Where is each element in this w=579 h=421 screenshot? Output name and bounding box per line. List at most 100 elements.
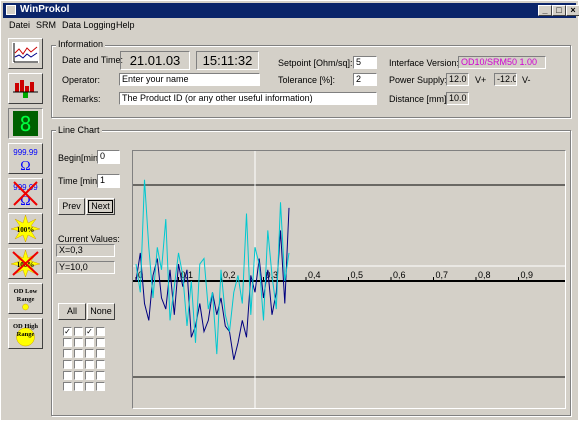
menu-srm[interactable]: SRM	[36, 20, 56, 30]
channel-checkbox[interactable]	[96, 338, 105, 347]
power-supply-label: Power Supply:	[389, 75, 448, 85]
information-group-label: Information	[56, 39, 106, 49]
channel-checkbox[interactable]	[96, 382, 105, 391]
line-chart-icon	[12, 42, 39, 63]
sidebar-od-high-range-button[interactable]: OD High Range	[8, 318, 43, 349]
channel-checkbox[interactable]	[85, 338, 94, 347]
svg-text:OD High: OD High	[13, 323, 38, 330]
channel-checkbox[interactable]	[85, 360, 94, 369]
interface-version-value: OD10/SRM50 1.00	[458, 56, 546, 69]
x-value-display: X=0,3	[56, 244, 115, 257]
channel-checkbox[interactable]	[63, 360, 72, 369]
title-bar[interactable]: WinProkol _ □ ×	[3, 3, 579, 18]
setpoint-label: Setpoint [Ohm/sq]:	[278, 58, 353, 68]
time-input[interactable]: 1	[97, 174, 120, 188]
svg-text:Range: Range	[17, 331, 35, 338]
menu-help[interactable]: Help	[116, 20, 135, 30]
sidebar-ohm-off-button[interactable]: 999.99 Ω	[8, 178, 43, 209]
sidebar-percent-button[interactable]: 100%	[8, 213, 43, 244]
channel-checkbox[interactable]	[74, 327, 83, 336]
channel-checkbox[interactable]	[74, 382, 83, 391]
menu-bar: Datei SRM Data Logging Help	[3, 18, 576, 34]
begin-input[interactable]: 0	[97, 150, 120, 164]
digital-display-icon: 8	[13, 111, 38, 136]
channel-checkbox[interactable]	[63, 371, 72, 380]
tolerance-label: Tolerance [%]:	[278, 75, 336, 85]
sidebar-od-low-range-button[interactable]: OD Low Range	[8, 283, 43, 314]
sidebar-bar-chart-button[interactable]	[8, 73, 43, 104]
power-plus-unit: V+	[475, 75, 487, 85]
operator-label: Operator:	[62, 75, 101, 85]
channel-checkbox[interactable]	[74, 371, 83, 380]
x-tick-label: 0,2	[223, 270, 236, 280]
sidebar-ohm-button[interactable]: 999.99 Ω	[8, 143, 43, 174]
channel-checkbox[interactable]	[85, 371, 94, 380]
starburst-percent-disabled-icon: 100%	[10, 249, 41, 278]
main-window: WinProkol _ □ × Datei SRM Data Logging H…	[0, 0, 579, 421]
line-chart-group-label: Line Chart	[56, 125, 102, 135]
channel-checkbox[interactable]	[85, 349, 94, 358]
current-values-label: Current Values:	[58, 234, 120, 244]
sidebar-line-chart-button[interactable]	[8, 38, 43, 69]
line-chart-svg: 0 0,1 0,2 0,3 0,4 0,5 0,6 0,7 0,8 0,9	[133, 151, 565, 408]
menu-datei[interactable]: Datei	[9, 20, 30, 30]
setpoint-input[interactable]: 5	[353, 56, 377, 69]
sidebar-digital-display-button[interactable]: 8	[8, 108, 43, 139]
date-display: 21.01.03	[120, 51, 190, 70]
channel-checkbox[interactable]	[74, 349, 83, 358]
tolerance-input[interactable]: 2	[353, 73, 377, 86]
x-tick-label: 0,8	[478, 270, 491, 280]
od-high-range-icon: OD High Range	[13, 323, 38, 347]
time-display: 15:11:32	[196, 51, 259, 70]
begin-label: Begin[min]	[58, 153, 101, 163]
sidebar-percent-off-button[interactable]: 100%	[8, 248, 43, 279]
svg-text:OD Low: OD Low	[14, 288, 38, 295]
channel-checkbox[interactable]	[63, 382, 72, 391]
power-minus-value: -12.0	[494, 73, 517, 86]
remarks-input[interactable]: The Product ID (or any other useful info…	[119, 92, 377, 105]
time-label: Time [min]	[58, 176, 100, 186]
channel-checkbox[interactable]	[63, 349, 72, 358]
x-tick-label: 0,9	[521, 270, 534, 280]
svg-text:999.99: 999.99	[13, 148, 38, 157]
operator-input[interactable]: Enter your name	[119, 73, 260, 86]
channel-checkbox[interactable]	[63, 338, 72, 347]
od-low-range-icon: OD Low Range	[14, 288, 38, 311]
interface-version-label: Interface Version:	[389, 58, 460, 68]
line-chart-plot[interactable]: 0 0,1 0,2 0,3 0,4 0,5 0,6 0,7 0,8 0,9	[132, 150, 566, 409]
channel-checkbox[interactable]: ✓	[63, 327, 72, 336]
channel-checkbox[interactable]	[96, 371, 105, 380]
app-icon	[6, 5, 16, 15]
minimize-button[interactable]: _	[538, 5, 552, 16]
channel-checkbox[interactable]	[74, 360, 83, 369]
y-value-display: Y=10,0	[56, 261, 115, 274]
bar-chart-icon	[13, 80, 38, 98]
prev-button[interactable]: Prev	[58, 198, 85, 215]
none-button[interactable]: None	[87, 303, 115, 320]
window-title: WinProkol	[20, 4, 70, 15]
channel-checkbox[interactable]	[96, 349, 105, 358]
all-button[interactable]: All	[58, 303, 86, 320]
channel-checkbox[interactable]	[85, 382, 94, 391]
menu-data-logging[interactable]: Data Logging	[62, 20, 116, 30]
ohm-meter-disabled-icon: 999.99 Ω	[13, 181, 38, 209]
channel-checkbox[interactable]	[74, 338, 83, 347]
starburst-percent-icon: 100%	[10, 214, 41, 243]
distance-label: Distance [mm]:	[389, 94, 450, 104]
remarks-label: Remarks:	[62, 94, 101, 104]
x-tick-label: 0,5	[351, 270, 364, 280]
maximize-button[interactable]: □	[552, 5, 566, 16]
power-minus-unit: V-	[522, 75, 531, 85]
distance-value: 10.0	[446, 92, 469, 105]
next-button[interactable]: Next	[86, 198, 115, 215]
channel-checkbox[interactable]: ✓	[85, 327, 94, 336]
sidebar: 8 999.99 Ω 999.99 Ω 100% 100% OD Low Ran…	[3, 35, 45, 420]
close-button[interactable]: ×	[566, 5, 579, 16]
channel-checkbox[interactable]	[96, 360, 105, 369]
channel-checkbox[interactable]	[96, 327, 105, 336]
series-line-2	[135, 179, 290, 355]
svg-text:100%: 100%	[17, 226, 35, 234]
x-tick-label: 0,4	[308, 270, 321, 280]
power-plus-value: 12.0	[446, 73, 469, 86]
svg-text:Ω: Ω	[20, 159, 30, 173]
